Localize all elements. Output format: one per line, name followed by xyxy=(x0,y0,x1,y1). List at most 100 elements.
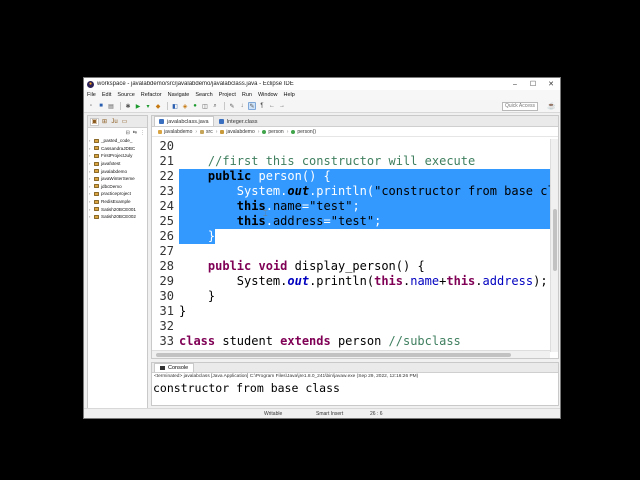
tab-console[interactable]: Console xyxy=(154,363,195,372)
menu-source[interactable]: Source xyxy=(117,92,134,98)
code-line[interactable]: 30 } xyxy=(152,289,550,304)
breadcrumb-item[interactable]: javalabdemo xyxy=(164,129,192,135)
menu-edit[interactable]: Edit xyxy=(102,92,111,98)
view-menu-icon[interactable]: ⋮ xyxy=(140,130,145,136)
code-text[interactable]: class student extends person //subclass xyxy=(179,334,461,349)
new-class-icon[interactable]: ● xyxy=(191,102,199,110)
code-line[interactable]: 24 this.name="test"; xyxy=(152,199,550,214)
java-file-icon xyxy=(159,119,164,124)
code-line[interactable]: 25 this.address="test"; xyxy=(152,214,550,229)
quick-access-input[interactable]: Quick Access xyxy=(502,102,538,111)
code-line[interactable]: 20 xyxy=(152,139,550,154)
type-hierarchy-tab-icon[interactable]: ⊞ xyxy=(100,118,109,126)
project-folder-icon xyxy=(94,176,99,181)
code-line[interactable]: 31} xyxy=(152,304,550,319)
tree-item[interactable]: › Satish20BCE002 xyxy=(88,213,147,221)
tab-integer-class[interactable]: Integer.class xyxy=(214,116,263,126)
package-explorer: ▣ ⊞ Ju ▭ ⊟ ⇆ ⋮ › _pasted_code_ › Cassandra… xyxy=(87,115,148,417)
back-icon[interactable]: ← xyxy=(268,102,276,110)
code-line[interactable]: 28 public void display_person() { xyxy=(152,259,550,274)
menu-search[interactable]: Search xyxy=(195,92,212,98)
line-number: 30 xyxy=(152,289,174,304)
code-text[interactable]: System.out.println(this.name+this.addres… xyxy=(179,274,548,289)
horizontal-scrollbar[interactable] xyxy=(152,350,550,358)
project-folder-icon xyxy=(94,199,99,204)
code-text[interactable]: this.name="test"; xyxy=(179,199,550,214)
code-line[interactable]: 33 class student extends person //subclas… xyxy=(152,334,550,349)
code-text[interactable]: //first this constructor will execute xyxy=(179,154,475,169)
menu-file[interactable]: File xyxy=(87,92,96,98)
line-number: 23 xyxy=(152,184,174,199)
vertical-scrollbar[interactable] xyxy=(550,139,558,352)
menu-refactor[interactable]: Refactor xyxy=(141,92,162,98)
code-line[interactable]: 22 public person() { xyxy=(152,169,550,184)
collapse-all-icon[interactable]: ⊟ xyxy=(126,130,130,136)
tree-item[interactable]: › CassandraJDBC xyxy=(88,145,147,153)
run-icon[interactable]: ▶ xyxy=(134,102,142,110)
menu-project[interactable]: Project xyxy=(219,92,236,98)
new-java-project-icon[interactable]: ◧ xyxy=(171,102,179,110)
print-icon[interactable]: ▤ xyxy=(107,102,115,110)
code-line[interactable]: 26 } xyxy=(152,229,550,244)
package-explorer-tab-icon[interactable]: ▣ xyxy=(90,117,99,126)
save-icon[interactable]: ■ xyxy=(97,102,105,110)
new-file-icon[interactable]: ▫ xyxy=(87,102,95,110)
line-number: 21 xyxy=(152,154,174,169)
show-whitespace-icon[interactable]: ¶ xyxy=(258,102,266,110)
code-text[interactable]: System.out.println("constructor from bas… xyxy=(179,184,550,199)
breadcrumb-item[interactable]: person() xyxy=(297,129,316,135)
code-text[interactable]: this.address="test"; xyxy=(179,214,550,229)
navigator-tab-icon[interactable]: ▭ xyxy=(120,118,129,126)
code-text[interactable]: } xyxy=(179,304,186,319)
code-line[interactable]: 27 xyxy=(152,244,550,259)
code-line[interactable]: 21 //first this constructor will execute xyxy=(152,154,550,169)
forward-icon[interactable]: → xyxy=(278,102,286,110)
status-cursor-position: 26 : 6 xyxy=(370,411,383,417)
new-package-icon[interactable]: ◈ xyxy=(181,102,189,110)
minimize-button[interactable]: – xyxy=(506,81,524,88)
open-type-icon[interactable]: ◫ xyxy=(201,102,209,110)
tree-item[interactable]: › javaWinterSeme xyxy=(88,175,147,183)
project-folder-icon xyxy=(94,214,99,219)
breadcrumb-item[interactable]: person xyxy=(268,129,283,135)
menu-window[interactable]: Window xyxy=(258,92,278,98)
toggle-mark-icon[interactable]: ✎ xyxy=(228,102,236,110)
code-text[interactable]: public void display_person() { xyxy=(179,259,425,274)
search-icon[interactable]: ⌕ xyxy=(211,102,219,110)
external-tools-icon[interactable]: ◆ xyxy=(154,102,162,110)
link-editor-icon[interactable]: ⇆ xyxy=(133,130,137,136)
tree-item[interactable]: › _pasted_code_ xyxy=(88,137,147,145)
tree-item[interactable]: › javafxtest xyxy=(88,160,147,168)
code-line[interactable]: 32 xyxy=(152,319,550,334)
annotation-next-icon[interactable]: ↓ xyxy=(238,102,246,110)
menu-navigate[interactable]: Navigate xyxy=(168,92,190,98)
breadcrumb-item[interactable]: javalabdemo xyxy=(226,129,254,135)
junit-tab-icon[interactable]: Ju xyxy=(110,118,119,126)
menu-run[interactable]: Run xyxy=(242,92,252,98)
scroll-thumb[interactable] xyxy=(553,209,557,271)
tab-javalabclass[interactable]: javalabclass.java xyxy=(154,116,214,126)
explorer-tabs: ▣ ⊞ Ju ▭ xyxy=(88,116,147,128)
tree-item[interactable]: › RedisExample xyxy=(88,198,147,206)
code-line[interactable]: 29 System.out.println(this.name+this.add… xyxy=(152,274,550,289)
run-dropdown-icon[interactable]: ▾ xyxy=(144,102,152,110)
code-text[interactable]: } xyxy=(179,289,215,304)
toggle-highlight-icon[interactable]: ✎ xyxy=(248,102,256,110)
tree-item[interactable]: › javalabdemo xyxy=(88,167,147,175)
console-output[interactable]: constructor from base class xyxy=(152,381,558,396)
tree-item[interactable]: › jdbcDemo xyxy=(88,183,147,191)
debug-icon[interactable]: ✱ xyxy=(124,102,132,110)
tree-item[interactable]: › FirstProjectJuly xyxy=(88,152,147,160)
code-line[interactable]: 23 System.out.println("constructor from … xyxy=(152,184,550,199)
close-button[interactable]: ✕ xyxy=(542,80,560,88)
scroll-thumb[interactable] xyxy=(156,353,511,357)
menu-help[interactable]: Help xyxy=(284,92,295,98)
breadcrumb-item[interactable]: src xyxy=(206,129,213,135)
tree-item[interactable]: › Satish20BCE001 xyxy=(88,205,147,213)
maximize-button[interactable]: ☐ xyxy=(524,80,542,88)
java-perspective-icon[interactable]: ☕ xyxy=(547,102,556,110)
tree-item[interactable]: › practiceproject xyxy=(88,190,147,198)
code-area[interactable]: 20 21 //first this constructor will execu… xyxy=(152,139,550,351)
code-text[interactable]: public person() { xyxy=(179,169,550,184)
code-text[interactable]: } xyxy=(179,229,215,244)
